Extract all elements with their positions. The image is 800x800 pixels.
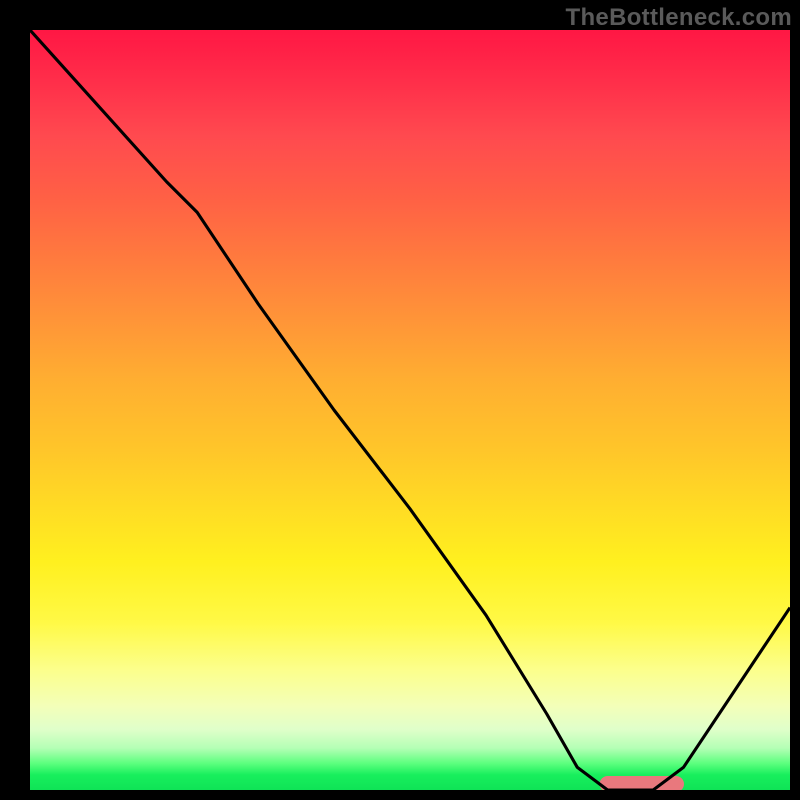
plot-area (30, 30, 790, 790)
watermark-text: TheBottleneck.com (566, 4, 792, 32)
bottleneck-curve-path (30, 30, 790, 790)
chart-frame: TheBottleneck.com (0, 0, 800, 800)
bottleneck-chart (30, 30, 790, 790)
